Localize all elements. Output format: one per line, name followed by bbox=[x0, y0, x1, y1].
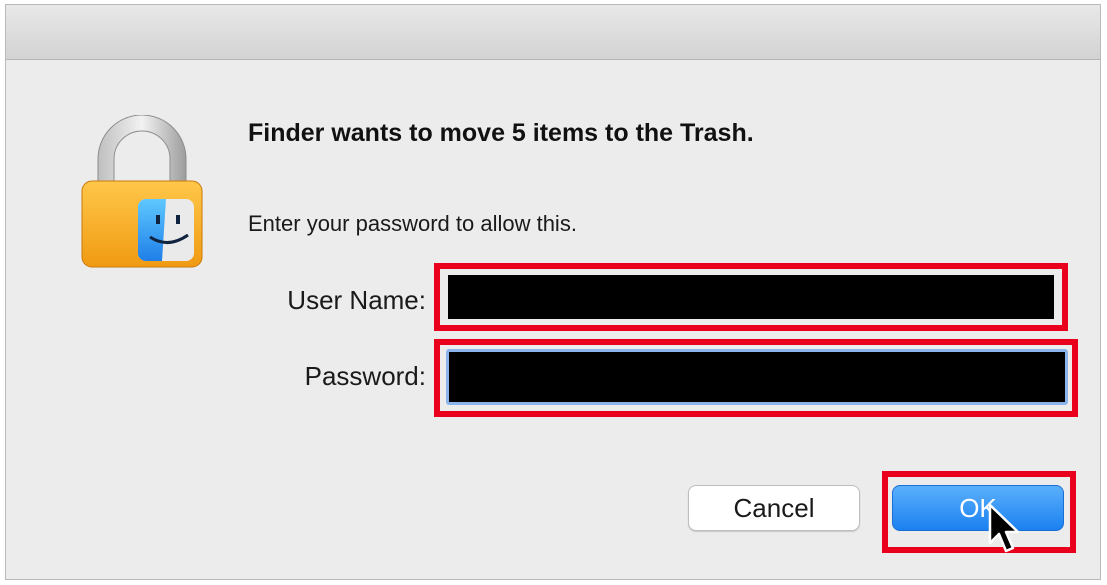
mouse-pointer-icon bbox=[988, 503, 1022, 555]
ok-button[interactable]: OK bbox=[892, 485, 1064, 531]
cancel-button[interactable]: Cancel bbox=[688, 485, 860, 531]
dialog-titlebar bbox=[6, 5, 1100, 60]
username-highlight-box bbox=[434, 263, 1068, 331]
username-label: User Name: bbox=[287, 285, 426, 315]
dialog-heading: Finder wants to move 5 items to the Tras… bbox=[248, 119, 754, 147]
lock-finder-icon bbox=[76, 114, 208, 271]
dialog-subtext: Enter your password to allow this. bbox=[248, 211, 577, 236]
authorization-dialog: Finder wants to move 5 items to the Tras… bbox=[5, 4, 1101, 580]
password-highlight-box bbox=[434, 339, 1078, 417]
password-label: Password: bbox=[304, 361, 426, 391]
